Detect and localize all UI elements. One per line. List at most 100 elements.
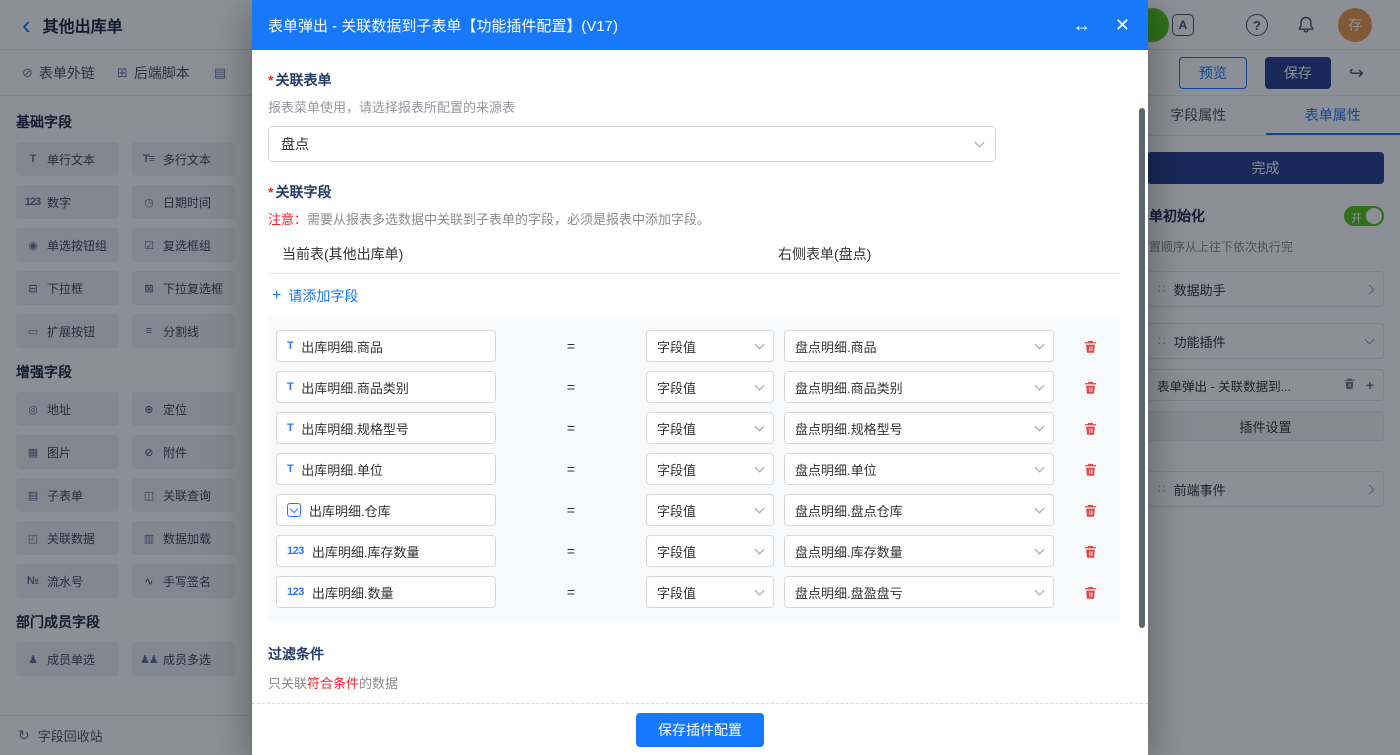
related-form-select[interactable]: 盘点 — [268, 126, 996, 162]
required-mark: * — [268, 72, 273, 88]
chevron-down-icon — [975, 138, 985, 148]
value-type-select[interactable]: 字段值 — [646, 330, 774, 362]
left-field-value: 出库明细.库存数量 — [312, 542, 420, 561]
delete-row-icon[interactable] — [1083, 503, 1098, 518]
modal-header-icons: ↔ ✕ — [1073, 16, 1130, 34]
left-field-value: 出库明细.数量 — [312, 583, 394, 602]
right-field-value: 盘点明细.库存数量 — [795, 542, 903, 561]
right-field-value: 盘点明细.单位 — [795, 460, 877, 479]
left-field-input[interactable]: T出库明细.商品类别 — [276, 371, 496, 403]
delete-row-icon[interactable] — [1083, 585, 1098, 600]
modal-footer: 保存插件配置 — [252, 703, 1148, 755]
filter-desc-highlight[interactable]: 符合条件 — [307, 676, 359, 691]
right-field-value: 盘点明细.盘点仓库 — [795, 501, 903, 520]
label-text: 关联字段 — [275, 184, 331, 200]
number-field-icon: 123 — [287, 586, 304, 598]
equals-operator: = — [496, 461, 646, 477]
left-column-header: 当前表(其他出库单) — [282, 246, 403, 262]
select-value: 盘点 — [281, 134, 309, 154]
value-type-value: 字段值 — [657, 501, 696, 520]
right-field-select[interactable]: 盘点明细.商品类别 — [784, 371, 1054, 403]
add-field-button[interactable]: + 请添加字段 — [272, 286, 358, 306]
column-headers: 当前表(其他出库单) 右侧表单(盘点) — [268, 244, 1120, 274]
right-field-select[interactable]: 盘点明细.单位 — [784, 453, 1054, 485]
chevron-down-icon — [755, 504, 765, 514]
filter-desc: 只关联符合条件的数据 — [268, 673, 1120, 692]
expand-icon[interactable]: ↔ — [1073, 16, 1091, 34]
value-type-select[interactable]: 字段值 — [646, 453, 774, 485]
delete-row-icon[interactable] — [1083, 421, 1098, 436]
select-field-icon — [287, 503, 301, 517]
chevron-down-icon — [1035, 463, 1045, 473]
text-field-icon: T — [287, 422, 293, 434]
mapping-row: 123 出库明细.数量 = 字段值 盘点明细.盘盈盘亏 — [276, 576, 1112, 608]
value-type-select[interactable]: 字段值 — [646, 576, 774, 608]
fields-note: 注意：需要从报表多选数据中关联到子表单的字段，必须是报表中添加字段。 — [268, 209, 1120, 228]
mapping-row: T出库明细.商品= 字段值 盘点明细.商品 — [276, 330, 1112, 362]
modal-title: 表单弹出 - 关联数据到子表单【功能插件配置】(V17) — [268, 15, 618, 36]
left-field-value: 出库明细.单位 — [301, 460, 383, 479]
equals-operator: = — [496, 379, 646, 395]
left-field-input[interactable]: 123 出库明细.库存数量 — [276, 535, 496, 567]
equals-operator: = — [496, 420, 646, 436]
equals-operator: = — [496, 502, 646, 518]
delete-row-icon[interactable] — [1083, 339, 1098, 354]
value-type-value: 字段值 — [657, 583, 696, 602]
value-type-select[interactable]: 字段值 — [646, 412, 774, 444]
right-field-select[interactable]: 盘点明细.盘盈盘亏 — [784, 576, 1054, 608]
value-type-select[interactable]: 字段值 — [646, 371, 774, 403]
right-field-value: 盘点明细.盘盈盘亏 — [795, 583, 903, 602]
chevron-down-icon — [1035, 545, 1045, 555]
mapping-row: 出库明细.仓库= 字段值 盘点明细.盘点仓库 — [276, 494, 1112, 526]
left-field-value: 出库明细.商品 — [301, 337, 383, 356]
mapping-row: T 出库明细.单位 = 字段值 盘点明细.单位 — [276, 453, 1112, 485]
filter-desc-prefix: 只关联 — [268, 676, 307, 691]
save-plugin-config-button[interactable]: 保存插件配置 — [636, 713, 764, 747]
modal-body: *关联表单 报表菜单使用，请选择报表所配置的来源表 盘点 *关联字段 注意：需要… — [252, 50, 1148, 703]
left-field-input[interactable]: T出库明细.商品 — [276, 330, 496, 362]
chevron-down-icon — [1035, 422, 1045, 432]
left-field-input[interactable]: 出库明细.仓库 — [276, 494, 496, 526]
right-field-select[interactable]: 盘点明细.规格型号 — [784, 412, 1054, 444]
label-text: 关联表单 — [275, 72, 331, 88]
right-column-header: 右侧表单(盘点) — [778, 244, 871, 264]
right-field-select[interactable]: 盘点明细.库存数量 — [784, 535, 1054, 567]
modal-scrollbar[interactable] — [1139, 108, 1145, 628]
chevron-down-icon — [755, 381, 765, 391]
value-type-select[interactable]: 字段值 — [646, 535, 774, 567]
required-mark: * — [268, 184, 273, 200]
left-field-value: 出库明细.商品类别 — [301, 378, 409, 397]
related-form-hint: 报表菜单使用，请选择报表所配置的来源表 — [268, 97, 1120, 116]
right-field-select[interactable]: 盘点明细.商品 — [784, 330, 1054, 362]
left-field-input[interactable]: T 出库明细.单位 — [276, 453, 496, 485]
mapping-row: T出库明细.商品类别=字段值 盘点明细.商品类别 — [276, 371, 1112, 403]
mapping-row: T出库明细.规格型号=字段值 盘点明细.规格型号 — [276, 412, 1112, 444]
right-field-value: 盘点明细.规格型号 — [795, 419, 903, 438]
number-field-icon: 123 — [287, 545, 304, 557]
plus-icon: + — [272, 289, 281, 303]
left-field-input[interactable]: 123 出库明细.数量 — [276, 576, 496, 608]
delete-row-icon[interactable] — [1083, 544, 1098, 559]
related-form-label: *关联表单 — [268, 70, 1120, 90]
right-field-select[interactable]: 盘点明细.盘点仓库 — [784, 494, 1054, 526]
chevron-down-icon — [755, 463, 765, 473]
chevron-down-icon — [755, 586, 765, 596]
plugin-config-modal: 表单弹出 - 关联数据到子表单【功能插件配置】(V17) ↔ ✕ *关联表单 报… — [252, 0, 1148, 755]
related-fields-label: *关联字段 — [268, 182, 1120, 202]
note-text: 需要从报表多选数据中关联到子表单的字段，必须是报表中添加字段。 — [307, 212, 710, 227]
right-field-value: 盘点明细.商品类别 — [795, 378, 903, 397]
chevron-down-icon — [755, 422, 765, 432]
equals-operator: = — [496, 338, 646, 354]
value-type-value: 字段值 — [657, 337, 696, 356]
value-type-value: 字段值 — [657, 460, 696, 479]
equals-operator: = — [496, 584, 646, 600]
delete-row-icon[interactable] — [1083, 380, 1098, 395]
value-type-select[interactable]: 字段值 — [646, 494, 774, 526]
close-icon[interactable]: ✕ — [1115, 16, 1130, 34]
chevron-down-icon — [755, 340, 765, 350]
mapping-row: 123出库明细.库存数量=字段值盘点明细.库存数量 — [276, 535, 1112, 567]
text-field-icon: T — [287, 463, 293, 475]
delete-row-icon[interactable] — [1083, 462, 1098, 477]
modal-header: 表单弹出 - 关联数据到子表单【功能插件配置】(V17) ↔ ✕ — [252, 0, 1148, 50]
left-field-input[interactable]: T出库明细.规格型号 — [276, 412, 496, 444]
